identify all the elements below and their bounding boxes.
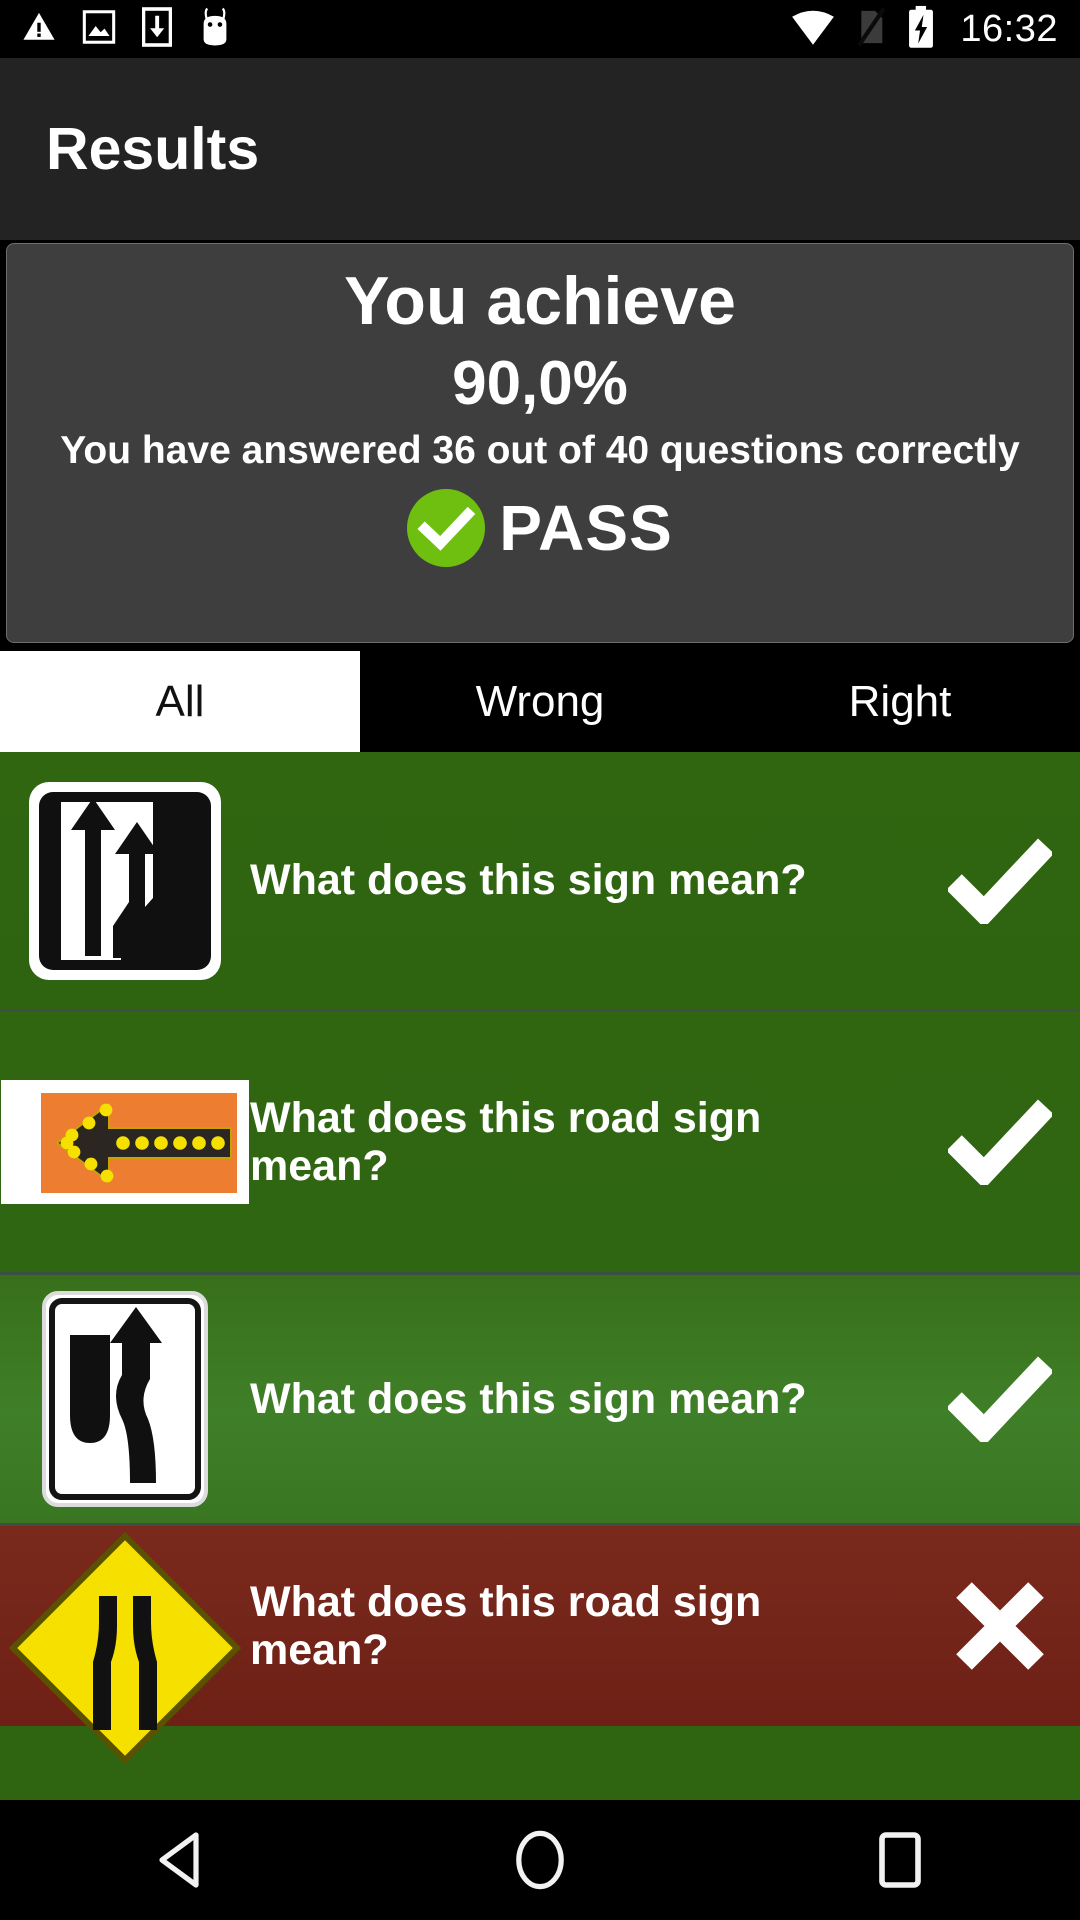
score-detail: You have answered 36 out of 40 questions… — [60, 429, 1020, 473]
result-card: You achieve 90,0% You have answered 36 o… — [6, 243, 1074, 643]
status-bar-left-icons — [0, 6, 232, 52]
app-bar: Results — [0, 58, 1080, 240]
warning-triangle-icon — [22, 10, 56, 49]
list-item[interactable]: What does this sign mean? — [0, 752, 1080, 1012]
score-percent: 90,0% — [452, 349, 628, 419]
question-thumbnail — [0, 1291, 250, 1507]
tab-right[interactable]: Right — [720, 651, 1080, 752]
tab-wrong[interactable]: Wrong — [360, 651, 720, 752]
back-icon[interactable] — [80, 1800, 280, 1920]
image-icon — [82, 9, 116, 50]
status-bar: 16:32 — [0, 0, 1080, 58]
result-check-icon — [920, 1099, 1080, 1185]
result-check-icon — [920, 837, 1080, 924]
question-thumbnail — [0, 1080, 250, 1204]
check-circle-icon — [407, 489, 486, 568]
phone-screen: 16:32 Results You achieve 90,0% You have… — [0, 0, 1080, 1920]
status-bar-clock: 16:32 — [960, 8, 1058, 50]
list-item[interactable]: What does this road sign mean? — [0, 1526, 1080, 1765]
page-title: Results — [46, 116, 260, 182]
orange-flashing-arrow-left-sign-icon — [1, 1080, 249, 1204]
recents-icon[interactable] — [800, 1800, 1000, 1920]
status-bar-right-icons: 16:32 — [790, 5, 1080, 54]
android-nav-bar — [0, 1800, 1080, 1920]
verdict-label: PASS — [499, 492, 673, 565]
achieve-label: You achieve — [344, 263, 736, 339]
question-list[interactable]: What does this sign mean? What does this… — [0, 752, 1080, 1800]
question-text: What does this sign mean? — [250, 1374, 807, 1423]
pass-obstruction-right-sign-icon — [42, 1291, 208, 1507]
android-bug-icon — [198, 7, 232, 52]
download-icon — [141, 6, 173, 52]
tab-all[interactable]: All — [0, 651, 360, 752]
battery-charging-icon — [906, 5, 936, 54]
home-icon[interactable] — [440, 1800, 640, 1920]
result-cross-icon — [920, 1576, 1080, 1676]
question-text: What does this road sign mean? — [250, 1577, 762, 1674]
list-item[interactable]: What does this sign mean? — [0, 1275, 1080, 1526]
verdict-row: PASS — [407, 489, 673, 568]
list-item[interactable]: What does this road sign mean? — [0, 1012, 1080, 1275]
no-sim-icon — [854, 6, 888, 53]
lane-merge-sign-icon — [25, 778, 225, 984]
question-text: What does this sign mean? — [250, 856, 807, 905]
filter-tabs: All Wrong Right — [0, 651, 1080, 752]
wifi-icon — [790, 7, 836, 52]
result-check-icon — [920, 1356, 1080, 1442]
question-thumbnail — [0, 1522, 250, 1765]
road-narrows-warning-sign-icon — [7, 1530, 243, 1766]
question-thumbnail — [0, 778, 250, 984]
question-text: What does this road sign mean? — [250, 1093, 762, 1190]
